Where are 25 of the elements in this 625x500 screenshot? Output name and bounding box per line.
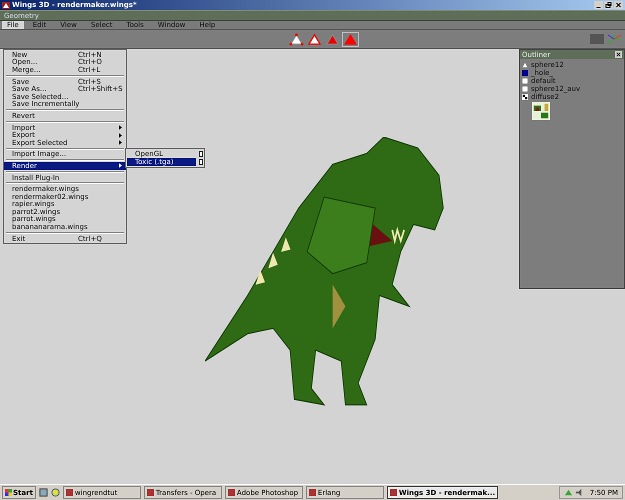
app-icon [308,489,316,496]
app-icon [390,489,397,496]
restore-button[interactable] [604,1,613,9]
app-icon [228,489,235,496]
close-icon [614,1,623,9]
edge-mode-icon[interactable] [306,32,323,46]
restore-icon [604,1,613,9]
browser-icon[interactable] [50,488,60,497]
desktop-icon[interactable] [38,488,48,497]
vertex-mode-icon[interactable] [288,32,305,46]
network-icon [564,488,573,497]
body-mode-icon[interactable] [342,32,359,46]
close-button[interactable] [615,51,622,58]
close-icon [615,51,622,58]
object-icon [522,62,528,68]
app-icon [146,489,154,496]
image-icon [522,94,528,100]
app-icon [66,489,73,496]
speaker-icon [574,488,584,497]
four-squares-icon [5,489,12,496]
axes-icon[interactable] [607,34,621,44]
minimize-button[interactable] [594,1,603,9]
texture-thumbnail [532,102,550,120]
close-button[interactable] [614,1,623,9]
app-icon [2,2,10,8]
